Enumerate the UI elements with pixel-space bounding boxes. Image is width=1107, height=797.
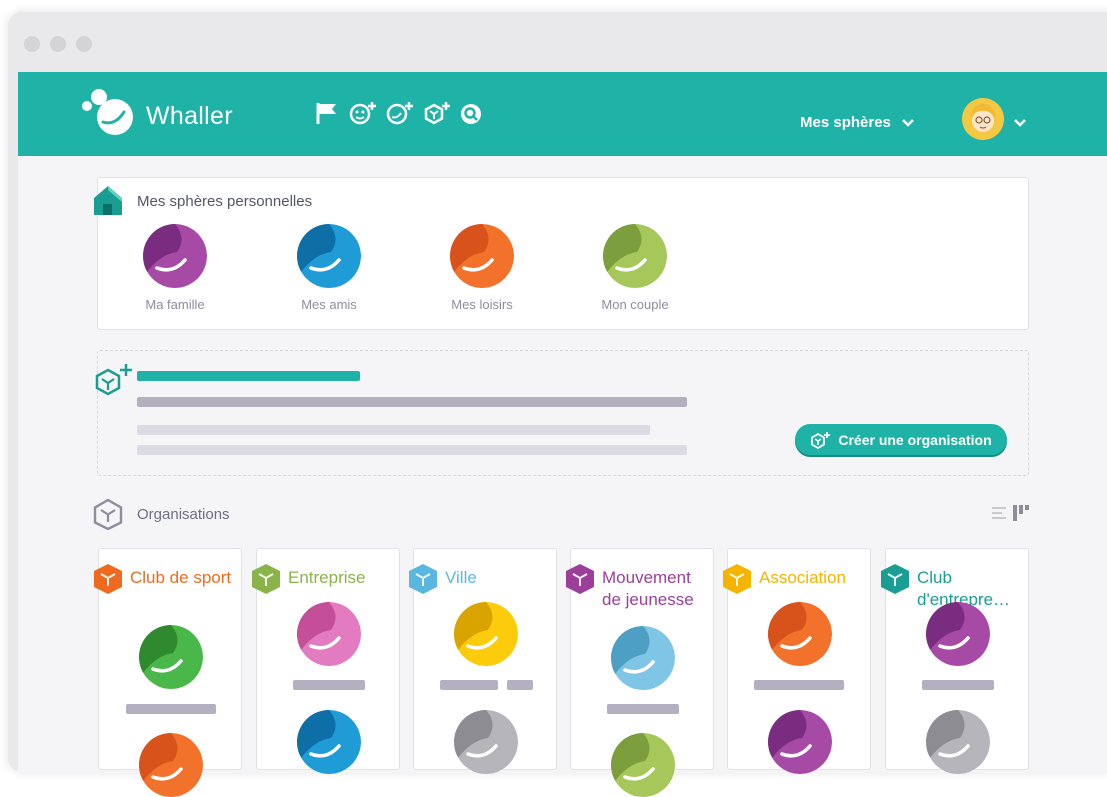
organisation-sphere[interactable] [926,710,990,774]
placeholder-label [126,704,216,714]
list-view-icon[interactable] [992,506,1006,520]
sphere-mes-loisirs[interactable] [450,224,514,288]
placeholder-label [754,680,844,690]
organisation-sphere[interactable] [454,602,518,666]
cube-icon [566,564,594,594]
organisation-title[interactable]: Mouvement de jeunesse [602,567,712,611]
add-user-icon[interactable] [347,100,377,126]
add-organisation-icon [811,431,831,449]
organisation-sphere[interactable] [768,602,832,666]
cube-icon [252,564,280,594]
organisations-title: Organisations [137,506,230,523]
avatar[interactable] [962,98,1004,140]
placeholder-line [137,397,687,407]
create-organisation-button[interactable]: Créer une organisation [795,424,1007,455]
flag-icon[interactable] [314,100,340,126]
sphere-icon [297,602,361,666]
organisation-card[interactable]: Club de sport [94,548,242,797]
placeholder-line [137,425,650,435]
sphere-icon [611,626,675,690]
cube-icon [94,564,122,594]
sphere-icon [450,224,514,288]
toolbar-icons [314,100,484,126]
organisation-title[interactable]: Ville [445,567,555,589]
sphere-label[interactable]: Mon couple [565,297,705,312]
organisation-sphere[interactable] [768,710,832,774]
sphere-icon [926,602,990,666]
organisation-card[interactable]: Club d'entrepre… [881,548,1029,774]
create-organisation-label: Créer une organisation [838,431,992,448]
whaller-logo-icon[interactable] [78,82,148,142]
organisation-card[interactable]: Entreprise [252,548,400,774]
window-close-dot[interactable] [24,36,40,52]
sphere-icon [603,224,667,288]
organisation-cube-icon [250,563,282,600]
organisation-card[interactable]: Ville [409,548,557,774]
organisation-title[interactable]: Club de sport [130,567,240,589]
sphere-label[interactable]: Ma famille [105,297,245,312]
personal-spheres-title: Mes sphères personnelles [137,193,313,210]
house-icon [94,186,122,215]
spheres-menu[interactable]: Mes sphères [800,114,891,131]
organisation-cube-icon [92,563,124,600]
organisation-cube-icon [879,563,911,600]
organisation-cube-icon [407,563,439,600]
add-organisation-icon[interactable] [421,100,451,126]
organisation-cube-icon [721,563,753,600]
search-icon[interactable] [458,100,484,126]
placeholder-label [607,704,679,714]
create-organisation-panel [97,350,1029,476]
cube-icon [881,564,909,594]
window-controls [24,36,92,52]
organisation-sphere[interactable] [454,710,518,774]
organisation-title[interactable]: Association [759,567,869,589]
organisation-sphere[interactable] [297,710,361,774]
sphere-icon [297,710,361,774]
placeholder-line [137,445,687,455]
organisation-card[interactable]: Association [723,548,871,774]
placeholder-label [440,680,498,690]
placeholder-label [922,680,994,690]
chevron-down-icon[interactable] [902,118,914,128]
sphere-icon [926,710,990,774]
placeholder-label [507,680,533,690]
organisation-sphere[interactable] [611,626,675,690]
organisation-card[interactable]: Mouvement de jeunesse [566,548,714,797]
top-navbar: Whaller Mes sphères [18,72,1107,156]
sphere-mes-amis[interactable] [297,224,361,288]
sphere-icon [297,224,361,288]
sphere-ma-famille[interactable] [143,224,207,288]
sphere-icon [454,710,518,774]
sphere-icon [139,733,203,797]
placeholder-label [293,680,365,690]
sphere-label[interactable]: Mes amis [259,297,399,312]
user-avatar-icon [962,98,1004,140]
organisation-sphere[interactable] [139,625,203,689]
add-sphere-icon[interactable] [384,100,414,126]
placeholder-title-bar [137,371,360,381]
brand-name[interactable]: Whaller [146,102,233,131]
chevron-down-icon[interactable] [1014,118,1026,128]
grid-view-icon[interactable] [1013,505,1029,521]
sphere-icon [611,733,675,797]
organisation-title[interactable]: Entreprise [288,567,398,589]
window-maximize-dot[interactable] [76,36,92,52]
sphere-icon [143,224,207,288]
sphere-icon [454,602,518,666]
sphere-label[interactable]: Mes loisirs [412,297,552,312]
organisation-sphere[interactable] [139,733,203,797]
organisation-sphere[interactable] [926,602,990,666]
add-organisation-icon [95,364,132,396]
organisation-cube-icon [564,563,596,600]
cube-icon [409,564,437,594]
organisation-sphere[interactable] [297,602,361,666]
organisation-sphere[interactable] [611,733,675,797]
sphere-icon [768,710,832,774]
sphere-icon [768,602,832,666]
organisation-icon [93,498,123,530]
cube-icon [723,564,751,594]
sphere-icon [139,625,203,689]
window-minimize-dot[interactable] [50,36,66,52]
sphere-mon-couple[interactable] [603,224,667,288]
